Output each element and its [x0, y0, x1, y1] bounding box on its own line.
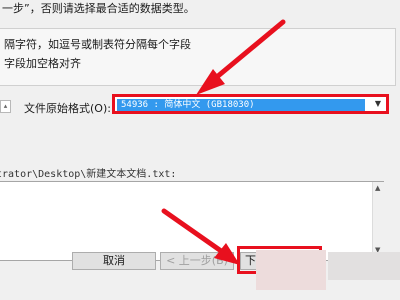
arrow-to-encoding-icon: [196, 19, 286, 95]
annotation-arrows: [161, 19, 286, 265]
arrow-to-next-button-icon: [161, 208, 240, 265]
